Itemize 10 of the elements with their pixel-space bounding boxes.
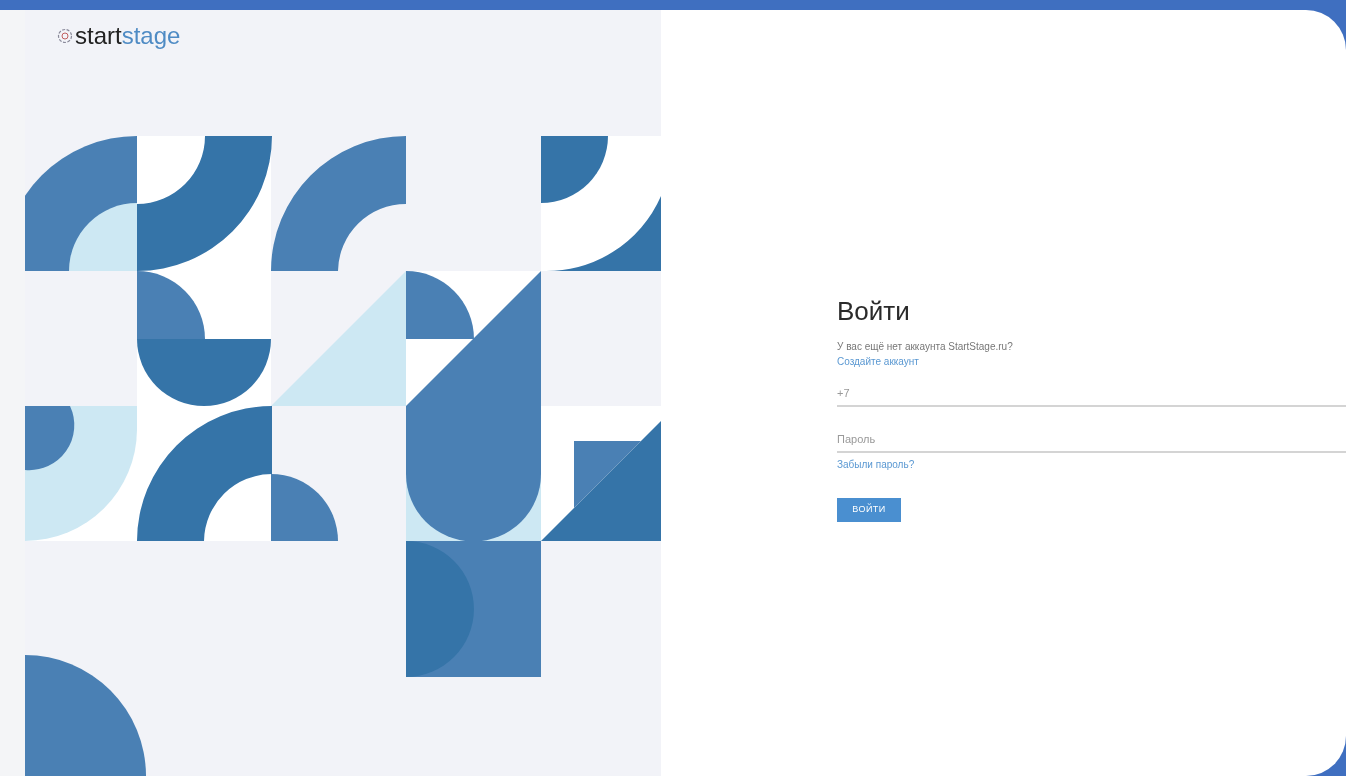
logo-text: startstage — [75, 24, 181, 48]
password-field[interactable]: Пароль — [837, 427, 1346, 453]
phone-field[interactable]: +7 — [837, 381, 1346, 407]
login-title: Войти — [837, 295, 911, 328]
signup-prompt: У вас ещё нет аккаунта StartStage.ru? — [837, 340, 1014, 354]
create-account-link[interactable]: Создайте аккаунт — [837, 354, 919, 369]
login-button[interactable]: ВОЙТИ — [837, 498, 901, 522]
logo[interactable]: startstage — [57, 24, 661, 48]
logo-icon — [57, 28, 73, 44]
forgot-password-link[interactable]: Забыли пароль? — [837, 457, 915, 472]
